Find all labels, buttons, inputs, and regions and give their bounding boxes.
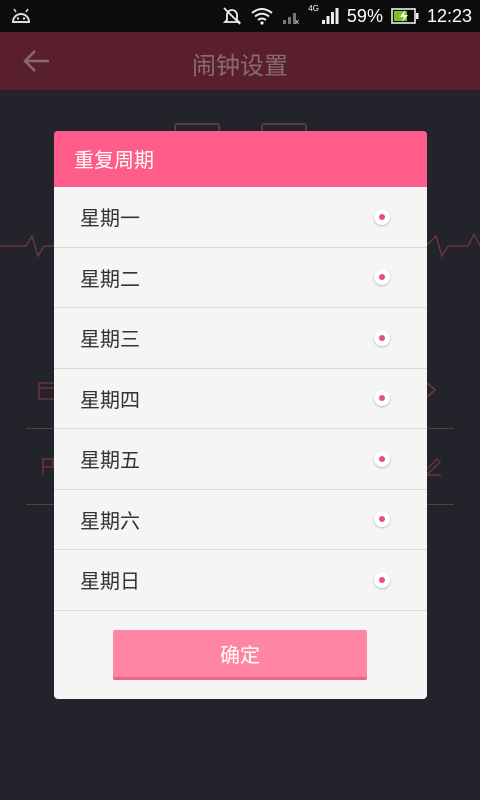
- signal-off-icon: x: [282, 7, 300, 25]
- day-label: 星期四: [80, 387, 140, 412]
- day-option-friday[interactable]: 星期五: [54, 429, 427, 490]
- signal-icon: [321, 7, 339, 25]
- day-option-monday[interactable]: 星期一: [54, 187, 427, 248]
- day-list: 星期一 星期二 星期三 星期四 星期五 星期六 星期日: [54, 187, 427, 611]
- day-label: 星期二: [80, 266, 140, 291]
- day-label: 星期六: [80, 508, 140, 533]
- wifi-icon: [250, 7, 274, 25]
- day-label: 星期日: [80, 569, 140, 594]
- clock-time: 12:23: [426, 5, 472, 26]
- day-option-sunday[interactable]: 星期日: [54, 550, 427, 611]
- radio-dot-icon[interactable]: [374, 208, 390, 225]
- app-bar: 闹钟设置: [0, 32, 480, 90]
- day-option-wednesday[interactable]: 星期三: [54, 308, 427, 369]
- confirm-button[interactable]: 确定: [113, 630, 367, 680]
- radio-dot-icon[interactable]: [374, 450, 390, 467]
- day-label: 星期三: [80, 327, 140, 352]
- radio-dot-icon[interactable]: [374, 269, 390, 286]
- status-bar: x 4G 59% 12:23: [0, 0, 480, 32]
- repeat-cycle-dialog: 重复周期 星期一 星期二 星期三 星期四 星期五 星期六 星期日 确定: [54, 131, 427, 699]
- day-option-saturday[interactable]: 星期六: [54, 490, 427, 550]
- day-option-thursday[interactable]: 星期四: [54, 369, 427, 429]
- android-icon: [10, 6, 32, 26]
- page-title: 闹钟设置: [192, 52, 288, 80]
- battery-charging-icon: [391, 8, 419, 24]
- svg-text:x: x: [295, 18, 299, 25]
- radio-dot-icon[interactable]: [374, 571, 390, 588]
- radio-dot-icon[interactable]: [374, 511, 390, 528]
- day-label: 星期五: [80, 448, 140, 473]
- dialog-title: 重复周期: [54, 131, 427, 187]
- mute-icon: [222, 6, 242, 26]
- network-type-label: 4G: [308, 3, 319, 13]
- battery-percent: 59%: [346, 5, 383, 26]
- radio-dot-icon[interactable]: [374, 329, 390, 346]
- day-option-tuesday[interactable]: 星期二: [54, 248, 427, 308]
- radio-dot-icon[interactable]: [374, 390, 390, 407]
- day-label: 星期一: [80, 206, 140, 231]
